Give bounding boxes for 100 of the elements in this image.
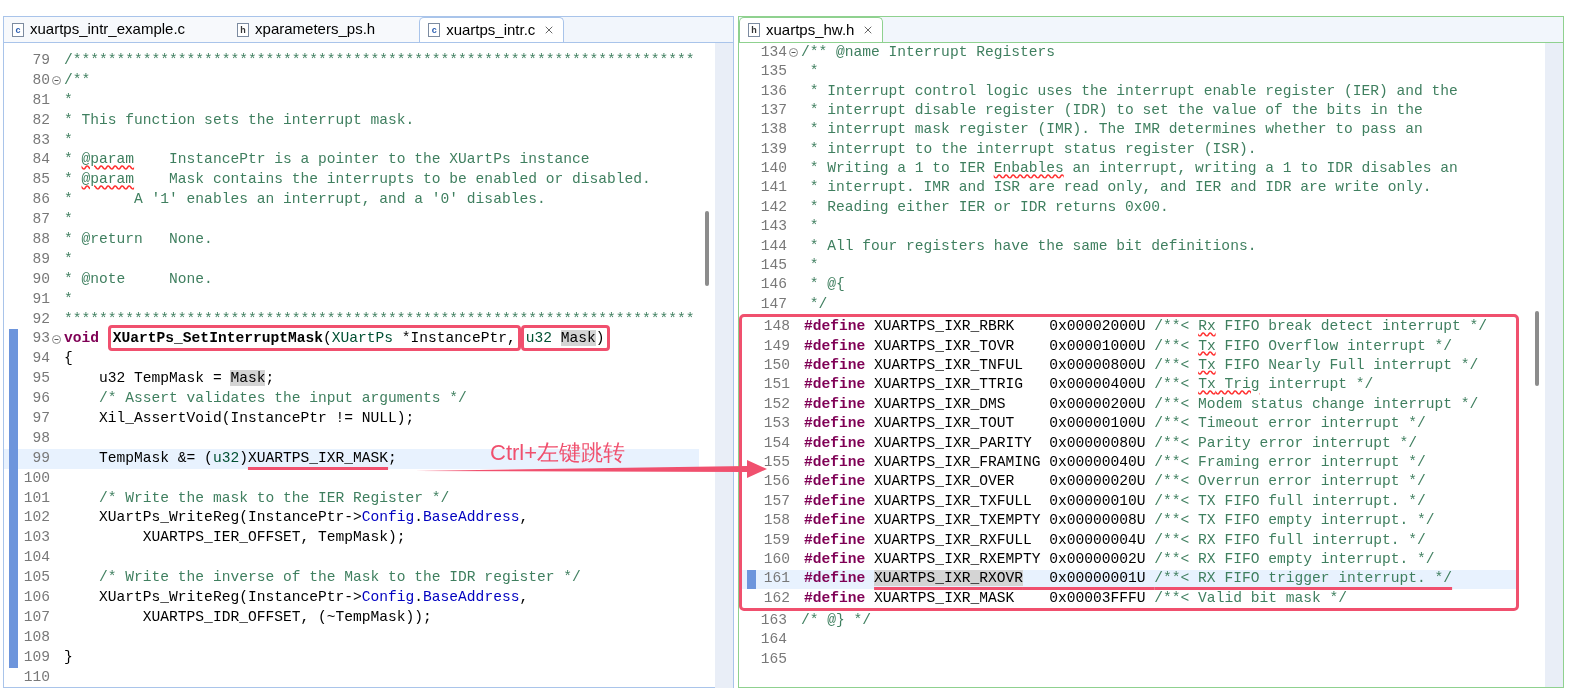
scrollbar-thumb[interactable] xyxy=(1535,311,1539,386)
code-line: /* Write the mask to the IER Register */ xyxy=(98,489,450,506)
tab-label: xuartps_intr_example.c xyxy=(30,19,186,40)
line-number: 107 xyxy=(22,607,50,627)
code-line: XUARTPS_IDR_OFFSET, (~TempMask)); xyxy=(141,608,432,625)
code-line: * xyxy=(64,131,73,148)
code-line: /** @name Interrupt Registers xyxy=(801,43,1055,60)
line-number: 155 xyxy=(762,452,790,472)
file-icon: c xyxy=(428,23,441,37)
code-line: #define XUARTPS_IXR_PARITY 0x00000080U /**< Parity error interrupt */ xyxy=(804,434,1418,451)
line-number: 137 xyxy=(759,100,787,120)
tab-label: xparameters_ps.h xyxy=(255,19,376,40)
line-number: 83 xyxy=(31,130,50,150)
line-number: 164 xyxy=(759,630,787,650)
line-number: 101 xyxy=(22,488,50,508)
code-line: * interrupt disable register (IDR) to set the value of the bits in the xyxy=(808,101,1423,118)
code-line: * Writing a 1 to IER Enbables an interrupt, writing a 1 to IDR disables an xyxy=(808,160,1458,177)
line-number: 162 xyxy=(762,588,790,608)
line-number: 108 xyxy=(22,627,50,647)
line-number: 99 xyxy=(31,448,50,468)
code-line: * All four registers have the same bit definitions. xyxy=(808,237,1257,254)
code-line: * @note None. xyxy=(64,270,213,287)
line-number: 100 xyxy=(22,468,50,488)
line-number: 141 xyxy=(759,178,787,198)
code-line: XUARTPS_IER_OFFSET, TempMask); xyxy=(141,529,406,546)
code-line: /* Assert validates the input arguments */ xyxy=(98,390,467,407)
line-number: 161 xyxy=(762,569,790,589)
line-number: 148 xyxy=(762,317,790,337)
editor-tab[interactable]: c xuartps_intr.c xyxy=(419,17,565,42)
code-line: * Reading either IER or IDR returns 0x00. xyxy=(808,198,1169,215)
line-number: 85 xyxy=(31,170,50,190)
code-line: TempMask &= (u32)XUARTPS_IXR_MASK; xyxy=(98,449,397,466)
line-number: 80 xyxy=(31,70,50,90)
code-line: #define XUARTPS_IXR_RXFULL 0x00000004U /**< RX FIFO full interrupt. */ xyxy=(804,531,1426,548)
line-number: 154 xyxy=(762,433,790,453)
file-icon: c xyxy=(12,22,24,37)
line-number: 159 xyxy=(762,530,790,550)
code-line: * interrupt mask register (IMR). The IMR determines whether to pass an xyxy=(808,121,1423,138)
line-number: 106 xyxy=(22,588,50,608)
code-line: * xyxy=(808,218,819,235)
file-icon: h xyxy=(748,23,760,37)
line-number: 91 xyxy=(31,289,50,309)
code-line: #define XUARTPS_IXR_TXFULL 0x00000010U /**< TX FIFO full interrupt. */ xyxy=(804,492,1426,509)
code-line: u32 TempMask = Mask; xyxy=(98,370,275,387)
line-number: 145 xyxy=(759,256,787,276)
code-line: #define XUARTPS_IXR_TXEMPTY 0x00000008U /**< TX FIFO empty interrupt. */ xyxy=(804,512,1435,529)
code-line: #define XUARTPS_IXR_MASK 0x00003FFFU /**< Valid bit mask */ xyxy=(804,589,1347,606)
code-line: } xyxy=(64,648,73,665)
line-number: 104 xyxy=(22,548,50,568)
line-number: 146 xyxy=(759,275,787,295)
line-number: 144 xyxy=(759,236,787,256)
code-line: XUartPs_WriteReg(InstancePtr->Config.BaseAddress, xyxy=(98,589,529,606)
line-number: 147 xyxy=(759,294,787,314)
line-number: 84 xyxy=(31,150,50,170)
line-number: 156 xyxy=(762,472,790,492)
fold-icon[interactable] xyxy=(51,76,61,86)
code-line: * @param InstancePtr is a pointer to the XUartPs instance xyxy=(64,151,590,168)
code-line: * xyxy=(64,211,73,228)
editor-tab[interactable]: h xuartps_hw.h xyxy=(739,17,884,42)
line-number: 103 xyxy=(22,528,50,548)
line-number: 149 xyxy=(762,336,790,356)
line-number: 136 xyxy=(759,81,787,101)
code-line: Xil_AssertVoid(InstancePtr != NULL); xyxy=(98,410,415,427)
line-number: 135 xyxy=(759,62,787,82)
editor-tab[interactable]: c xuartps_intr_example.c xyxy=(4,17,230,42)
line-number: 150 xyxy=(762,356,790,375)
line-number: 82 xyxy=(31,110,50,130)
line-number: 81 xyxy=(31,90,50,110)
code-line: * xyxy=(64,250,73,267)
line-number: 86 xyxy=(31,190,50,210)
code-line: * @return None. xyxy=(64,231,213,247)
code-line: #define XUARTPS_IXR_TTRIG 0x00000400U /**< Tx Trig interrupt */ xyxy=(804,376,1374,393)
code-line: * @param Mask contains the interrupts to be enabled or disabled. xyxy=(64,171,651,188)
fold-icon[interactable] xyxy=(51,334,61,344)
line-number: 163 xyxy=(759,611,787,631)
code-line: #define XUARTPS_IXR_TOVR 0x00001000U /**< Tx FIFO Overflow interrupt */ xyxy=(804,337,1453,354)
line-number: 97 xyxy=(31,409,50,429)
line-number: 157 xyxy=(762,491,790,511)
scrollbar-thumb[interactable] xyxy=(705,211,709,286)
line-number: 94 xyxy=(31,349,50,369)
line-number: 95 xyxy=(31,369,50,389)
editor-tab[interactable]: h xparameters_ps.h xyxy=(229,17,420,42)
line-number: 139 xyxy=(759,139,787,159)
fold-icon[interactable] xyxy=(788,48,798,58)
code-line: XUartPs_WriteReg(InstancePtr->Config.BaseAddress, xyxy=(98,509,529,526)
code-line: * xyxy=(808,63,819,80)
line-number: 98 xyxy=(31,428,50,448)
line-number: 138 xyxy=(759,120,787,140)
code-text: void xyxy=(64,330,101,347)
line-number: 160 xyxy=(762,549,790,569)
code-line: * xyxy=(64,91,73,108)
line-number: 165 xyxy=(759,649,787,669)
line-number: 90 xyxy=(31,269,50,289)
code-line: * @{ xyxy=(808,276,845,293)
code-line: #define XUARTPS_IXR_TNFUL 0x00000800U /**< Tx FIFO Nearly Full interrupt */ xyxy=(804,357,1479,373)
code-line: */ xyxy=(808,295,828,312)
code-line: * This function sets the interrupt mask. xyxy=(64,111,415,128)
line-number: 110 xyxy=(22,667,50,687)
code-line: /** xyxy=(64,71,91,88)
code-text: u32 Mask) xyxy=(525,330,605,347)
